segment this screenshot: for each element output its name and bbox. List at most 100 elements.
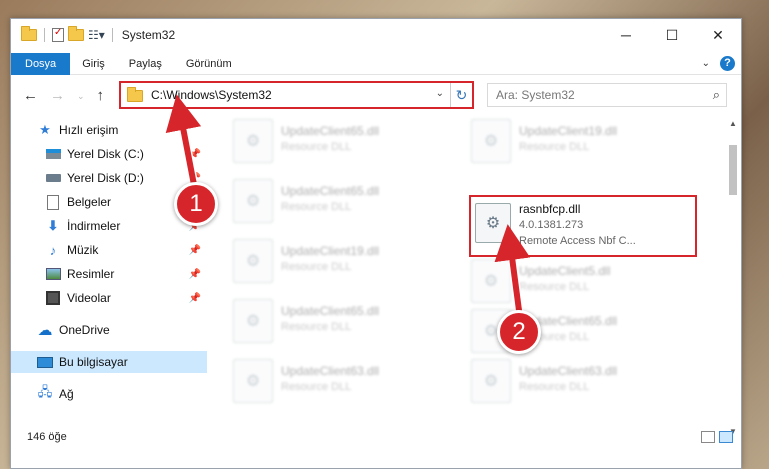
new-folder-icon[interactable] — [68, 26, 84, 41]
list-item[interactable]: ⚙ UpdateClient65.dll Resource DLL — [233, 299, 453, 355]
refresh-icon[interactable]: ↻ — [450, 83, 472, 107]
star-icon: ★ — [39, 122, 51, 137]
file-description: Remote Access Nbf C... — [519, 235, 636, 247]
navigation-bar: ← → ⌄ ↑ C:\Windows\System32 ⌄ ↻ Ara: Sys… — [11, 79, 741, 111]
list-item[interactable]: ⚙ UpdateClient65.dll Resource DLL — [233, 119, 453, 175]
sidebar-item-disk-d[interactable]: Yerel Disk (D:) 📌 — [11, 167, 207, 189]
expand-ribbon-icon[interactable]: ⌄ — [702, 58, 710, 69]
navigation-pane: ★ Hızlı erişim Yerel Disk (C:) 📌 Yerel D… — [11, 119, 207, 429]
nav-buttons: ← → ⌄ ↑ — [23, 87, 104, 105]
list-item[interactable]: ⚙ UpdateClient19.dll Resource DLL — [233, 239, 453, 295]
file-name: UpdateClient63.dll — [281, 364, 380, 378]
sidebar-item-network[interactable]: 🖧 Ağ — [11, 383, 207, 405]
help-icon[interactable]: ? — [720, 56, 735, 71]
dll-file-icon: ⚙ — [233, 239, 273, 283]
sidebar-item-label: Bu bilgisayar — [59, 355, 128, 369]
properties-icon[interactable] — [52, 27, 64, 42]
documents-icon — [45, 194, 61, 210]
file-description: Resource DLL — [519, 141, 590, 153]
videos-icon — [45, 290, 61, 306]
highlighted-file-item[interactable]: ⚙ rasnbfcp.dll 4.0.1381.273 Remote Acces… — [469, 195, 697, 257]
details-view-icon[interactable] — [701, 431, 715, 443]
search-icon[interactable]: ⌕ — [713, 87, 720, 103]
ribbon-tabs: Dosya Giriş Paylaş Görünüm ⌄ ? — [11, 52, 741, 75]
sidebar-item-label: Resimler — [67, 267, 115, 281]
file-description: Resource DLL — [281, 201, 352, 213]
file-description: Resource DLL — [519, 281, 590, 293]
pictures-icon — [45, 266, 61, 282]
folder-icon — [21, 26, 37, 41]
pin-icon[interactable]: 📌 — [189, 293, 201, 304]
explorer-window: ☷▾ System32 ─ ☐ ✕ Dosya Giriş Paylaş Gör… — [10, 18, 742, 469]
address-bar[interactable]: C:\Windows\System32 ⌄ ↻ — [119, 81, 474, 109]
tab-file[interactable]: Dosya — [11, 52, 71, 75]
dll-file-icon: ⚙ — [233, 119, 273, 163]
computer-icon — [37, 354, 53, 370]
step-badge-1: 1 — [174, 182, 218, 226]
sidebar-item-label: Hızlı erişim — [59, 123, 119, 137]
sidebar-item-onedrive[interactable]: ☁ OneDrive — [11, 319, 207, 341]
sidebar-item-downloads[interactable]: ⬇ İndirmeler 📌 — [11, 215, 207, 237]
pin-icon[interactable]: 📌 — [189, 269, 201, 280]
window-title: System32 — [121, 28, 176, 42]
dll-file-icon: ⚙ — [233, 359, 273, 403]
network-icon: 🖧 — [37, 384, 53, 399]
maximize-button[interactable]: ☐ — [649, 19, 695, 51]
address-path[interactable]: C:\Windows\System32 — [151, 88, 272, 102]
file-name: UpdateClient65.dll — [281, 124, 380, 138]
list-item[interactable]: ⚙ UpdateClient65.dll Resource DLL — [233, 179, 453, 235]
scroll-up-icon[interactable]: ▲ — [727, 119, 739, 131]
drive-icon — [45, 146, 61, 162]
minimize-button[interactable]: ─ — [603, 19, 649, 51]
music-icon: ♪ — [49, 242, 57, 258]
view-toggles — [701, 431, 733, 443]
forward-arrow-icon[interactable]: → — [50, 87, 65, 105]
sidebar-item-label: Belgeler — [67, 195, 112, 209]
file-description: Resource DLL — [281, 141, 352, 153]
file-version: 4.0.1381.273 — [519, 219, 584, 231]
search-input[interactable]: Ara: System32 ⌕ — [487, 83, 727, 107]
tiles-view-icon[interactable] — [719, 431, 733, 443]
list-item[interactable]: ⚙ UpdateClient19.dll Resource DLL — [471, 119, 691, 175]
list-item[interactable]: ⚙ UpdateClient63.dll Resource DLL — [471, 359, 691, 415]
sidebar-item-label: Müzik — [67, 243, 99, 257]
sidebar-item-disk-c[interactable]: Yerel Disk (C:) 📌 — [11, 143, 207, 165]
separator — [44, 28, 45, 42]
file-name: UpdateClient65.dll — [281, 304, 380, 318]
tab-view[interactable]: Görünüm — [174, 53, 244, 75]
sidebar-item-label: İndirmeler — [67, 219, 121, 233]
close-button[interactable]: ✕ — [695, 19, 741, 51]
sidebar-item-this-pc[interactable]: Bu bilgisayar — [11, 351, 207, 373]
scroll-thumb[interactable] — [729, 145, 737, 195]
tab-share[interactable]: Paylaş — [117, 53, 174, 75]
vertical-scrollbar[interactable]: ▲ ▼ — [727, 119, 739, 439]
file-name: UpdateClient5.dll — [519, 264, 611, 278]
sidebar-item-videos[interactable]: Videolar 📌 — [11, 287, 207, 309]
file-name: UpdateClient65.dll — [281, 184, 380, 198]
pin-icon[interactable]: 📌 — [189, 149, 201, 160]
dll-file-icon: ⚙ — [471, 359, 511, 403]
up-arrow-icon[interactable]: ↑ — [97, 87, 105, 105]
file-description: Resource DLL — [281, 381, 352, 393]
file-description: Resource DLL — [519, 381, 590, 393]
recent-dropdown-icon[interactable]: ⌄ — [77, 87, 85, 105]
list-item[interactable]: ⚙ UpdateClient63.dll Resource DLL — [233, 359, 453, 415]
file-list: ⚙ UpdateClient65.dll Resource DLL ⚙ Updat… — [223, 109, 723, 429]
list-item[interactable]: ⚙ UpdateClient5.dll Resource DLL — [471, 259, 691, 315]
sidebar-item-quick-access[interactable]: ★ Hızlı erişim — [11, 119, 207, 141]
sidebar-item-music[interactable]: ♪ Müzik 📌 — [11, 239, 207, 261]
dll-file-icon: ⚙ — [471, 259, 511, 303]
sidebar-item-pictures[interactable]: Resimler 📌 — [11, 263, 207, 285]
file-description: Resource DLL — [281, 261, 352, 273]
sidebar-item-label: Yerel Disk (D:) — [67, 171, 144, 185]
back-arrow-icon[interactable]: ← — [23, 87, 38, 105]
tab-home[interactable]: Giriş — [70, 53, 117, 75]
address-dropdown-icon[interactable]: ⌄ — [436, 88, 444, 99]
file-name: rasnbfcp.dll — [519, 202, 581, 216]
step-badge-2: 2 — [497, 310, 541, 354]
pin-icon[interactable]: 📌 — [189, 245, 201, 256]
file-name: UpdateClient19.dll — [519, 124, 618, 138]
customize-toolbar-icon[interactable]: ☷▾ — [88, 28, 105, 42]
download-icon: ⬇ — [47, 218, 59, 233]
quick-access-toolbar: ☷▾ — [11, 26, 116, 42]
